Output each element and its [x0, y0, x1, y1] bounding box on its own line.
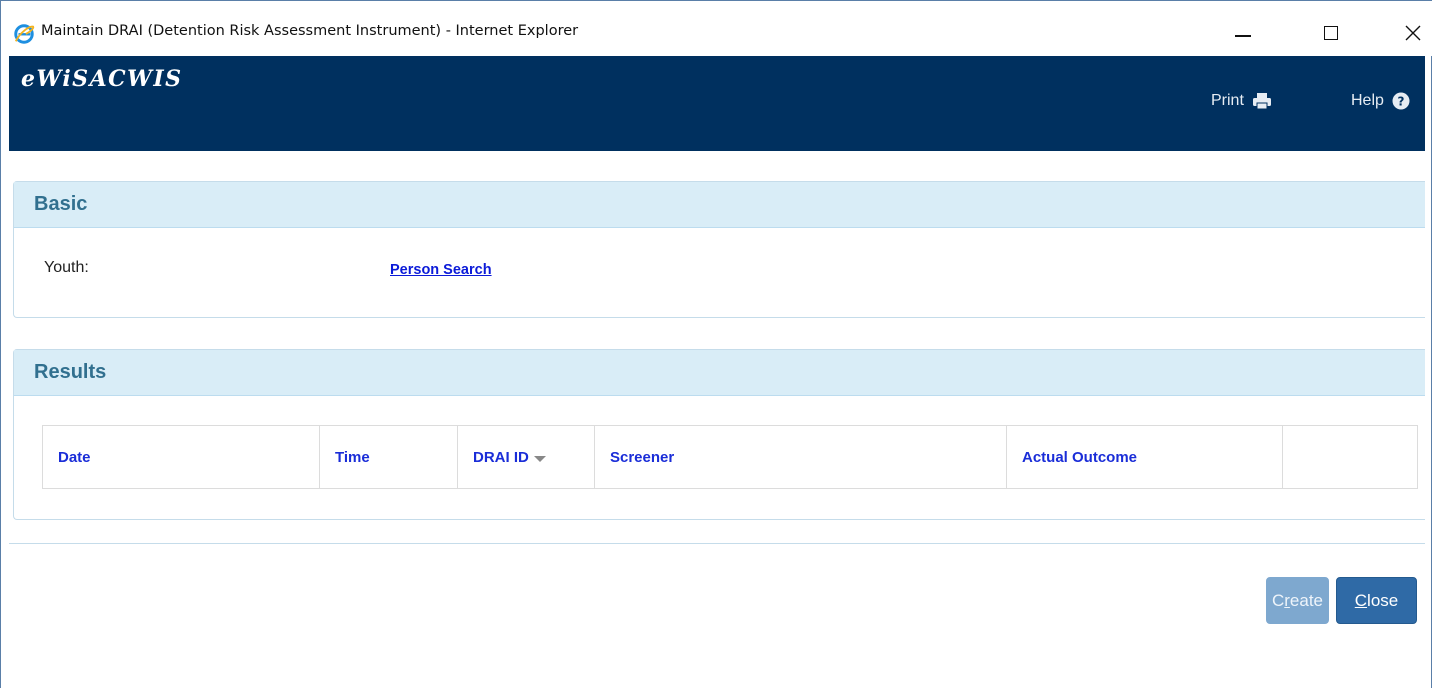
create-label-part: C	[1271, 590, 1285, 610]
person-search-link[interactable]: Person Search	[390, 262, 492, 278]
browser-window: Maintain DRAI (Detention Risk Assessment…	[0, 0, 1432, 688]
create-button[interactable]: Cr eate	[1266, 577, 1329, 624]
footer-divider	[9, 543, 1425, 544]
svg-text:?: ?	[1397, 95, 1404, 109]
close-window-button[interactable]	[1391, 11, 1432, 55]
close-button[interactable]: Close	[1336, 577, 1417, 624]
create-label-part: eate	[1289, 590, 1324, 610]
internet-explorer-icon	[14, 24, 35, 44]
help-link[interactable]: Help ?	[1351, 92, 1410, 110]
print-label: Print	[1211, 92, 1244, 109]
minimize-icon	[1235, 35, 1251, 37]
table-header-row: Date Time DRAI ID Screener Actual Outcom…	[42, 425, 1418, 489]
basic-section: Basic Youth: Person Search	[13, 181, 1425, 318]
column-header-label: DRAI ID	[473, 448, 529, 466]
column-header-screener[interactable]: Screener	[594, 425, 1007, 489]
close-icon	[1405, 25, 1421, 41]
close-accelerator-key: C	[1354, 590, 1368, 610]
maximize-icon	[1324, 26, 1338, 40]
youth-label: Youth:	[44, 259, 89, 276]
minimize-button[interactable]	[1221, 11, 1265, 55]
printer-icon	[1252, 93, 1271, 110]
print-link[interactable]: Print	[1211, 92, 1272, 110]
column-header-actual-outcome[interactable]: Actual Outcome	[1006, 425, 1283, 489]
results-section-title: Results	[14, 350, 1425, 396]
column-header-actions	[1282, 425, 1418, 489]
basic-section-title: Basic	[14, 182, 1425, 228]
column-header-date[interactable]: Date	[42, 425, 320, 489]
help-label: Help	[1351, 92, 1384, 109]
column-header-drai-id[interactable]: DRAI ID	[457, 425, 595, 489]
sort-descending-icon	[533, 455, 546, 462]
results-section: Results Date Time DRAI ID Screener Actua…	[13, 349, 1425, 520]
app-header: eWiSACWIS Print Help ?	[9, 56, 1425, 151]
column-header-label: Time	[335, 448, 370, 466]
column-header-time[interactable]: Time	[319, 425, 458, 489]
close-label-part: lose	[1367, 590, 1399, 610]
maximize-button[interactable]	[1309, 11, 1353, 55]
column-header-label: Actual Outcome	[1022, 448, 1138, 466]
window-titlebar[interactable]: Maintain DRAI (Detention Risk Assessment…	[1, 0, 1432, 56]
column-header-label: Screener	[610, 448, 675, 466]
question-circle-icon: ?	[1392, 92, 1410, 110]
app-brand: eWiSACWIS	[21, 66, 183, 92]
results-table: Date Time DRAI ID Screener Actual Outcom…	[42, 425, 1418, 489]
column-header-label: Date	[58, 448, 91, 466]
window-title: Maintain DRAI (Detention Risk Assessment…	[41, 23, 579, 39]
